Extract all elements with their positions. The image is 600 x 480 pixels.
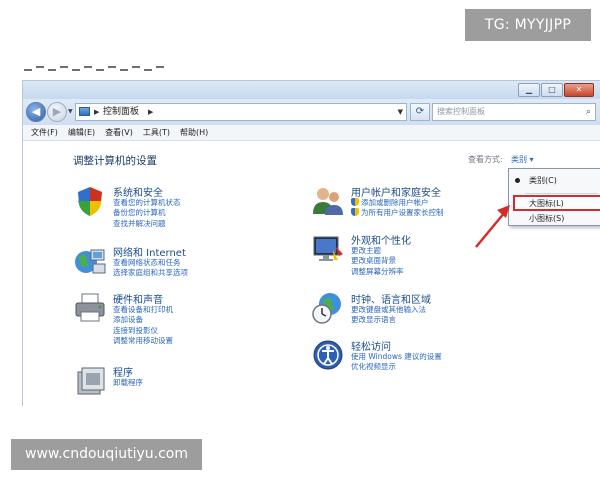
shield-icon[interactable]: [73, 184, 107, 218]
uac-shield-icon: [351, 208, 359, 217]
category-link[interactable]: 添加或删除用户帐户: [351, 198, 444, 208]
category-link[interactable]: 添加设备: [113, 315, 173, 325]
category-title[interactable]: 时钟、语言和区域: [351, 291, 431, 306]
globe-network-icon[interactable]: [73, 244, 107, 278]
view-option-large-icons[interactable]: 大图标(L): [529, 198, 564, 209]
category-title[interactable]: 网络和 Internet: [113, 244, 186, 259]
recent-pages-dropdown-icon[interactable]: ▼: [68, 108, 73, 115]
category-link[interactable]: 更改主题: [351, 246, 404, 256]
category-link[interactable]: 使用 Windows 建议的设置: [351, 352, 442, 362]
refresh-button[interactable]: ⟳: [410, 103, 430, 121]
category-title[interactable]: 轻松访问: [351, 338, 391, 353]
search-icon[interactable]: ⌕: [586, 104, 591, 120]
view-option-small-icons[interactable]: 小图标(S): [529, 213, 564, 224]
uac-shield-icon: [351, 198, 359, 206]
category-link[interactable]: 调整常用移动设置: [113, 336, 173, 346]
control-panel-window: ▁ □ ✕ ◀ ▶ ▼ ▶ 控制面板 ▶ ▼ ⟳ 搜索控制面板 ⌕ 文件(F) …: [22, 80, 600, 406]
menu-separator: [525, 193, 598, 194]
clock-globe-icon[interactable]: [311, 291, 345, 325]
category-link[interactable]: 更改键盘或其他输入法: [351, 305, 426, 315]
printer-icon[interactable]: [73, 291, 107, 325]
category-title[interactable]: 用户帐户和家庭安全: [351, 184, 441, 199]
watermark-bottom: www.cndouqiutiyu.com: [11, 439, 202, 470]
category-link[interactable]: 查看网络状态和任务: [113, 258, 188, 268]
control-panel-folder-icon: [79, 107, 90, 116]
menu-tools[interactable]: 工具(T): [143, 125, 170, 140]
category-link[interactable]: 更改桌面背景: [351, 256, 404, 266]
view-by-menu: 类别(C) 大图标(L) 小图标(S): [508, 168, 600, 226]
selected-bullet-icon: [515, 178, 520, 183]
accessibility-icon[interactable]: [311, 338, 345, 372]
breadcrumb-control-panel[interactable]: 控制面板: [103, 104, 139, 120]
category-link-label: 为所有用户设置家长控制: [361, 208, 444, 218]
category-title[interactable]: 外观和个性化: [351, 232, 411, 247]
search-placeholder: 搜索控制面板: [437, 107, 485, 116]
category-title[interactable]: 硬件和声音: [113, 291, 163, 306]
display-icon[interactable]: [311, 232, 345, 266]
garbled-caption: [24, 66, 174, 73]
chevron-right-icon[interactable]: ▶: [94, 104, 99, 120]
address-bar[interactable]: ▶ 控制面板 ▶ ▼: [75, 103, 407, 121]
category-link[interactable]: 优化视频显示: [351, 362, 442, 372]
category-link[interactable]: 为所有用户设置家长控制: [351, 208, 444, 218]
category-link[interactable]: 备份您的计算机: [113, 208, 181, 218]
category-link[interactable]: 查看您的计算机状态: [113, 198, 181, 208]
title-bar: ▁ □ ✕: [23, 81, 600, 99]
watermark-top: TG: MYYJJPP: [465, 9, 591, 41]
category-link[interactable]: 选择家庭组和共享选项: [113, 268, 188, 278]
category-title[interactable]: 程序: [113, 364, 133, 379]
users-icon[interactable]: [311, 184, 345, 218]
category-title[interactable]: 系统和安全: [113, 184, 163, 199]
category-link-label: 添加或删除用户帐户: [361, 198, 429, 207]
category-link[interactable]: 查找并解决问题: [113, 219, 181, 229]
navigation-bar: ◀ ▶ ▼ ▶ 控制面板 ▶ ▼ ⟳ 搜索控制面板 ⌕: [23, 99, 600, 125]
menu-file[interactable]: 文件(F): [31, 125, 58, 140]
menu-edit[interactable]: 编辑(E): [68, 125, 95, 140]
page-title: 调整计算机的设置: [73, 155, 157, 167]
programs-icon[interactable]: [73, 364, 107, 398]
category-link[interactable]: 查看设备和打印机: [113, 305, 173, 315]
menu-view[interactable]: 查看(V): [105, 125, 133, 140]
back-button[interactable]: ◀: [26, 102, 46, 122]
close-button[interactable]: ✕: [564, 83, 594, 97]
view-option-category[interactable]: 类别(C): [529, 175, 557, 186]
category-link[interactable]: 调整屏幕分辨率: [351, 267, 404, 277]
maximize-button[interactable]: □: [541, 83, 563, 97]
address-dropdown-icon[interactable]: ▼: [398, 104, 403, 120]
forward-button[interactable]: ▶: [47, 102, 67, 122]
chevron-right-icon[interactable]: ▶: [148, 104, 153, 120]
menu-help[interactable]: 帮助(H): [180, 125, 208, 140]
view-by-dropdown[interactable]: 类别 ▾: [511, 154, 534, 165]
category-link[interactable]: 连接到投影仪: [113, 326, 173, 336]
category-link[interactable]: 更改显示语言: [351, 315, 426, 325]
category-link[interactable]: 卸载程序: [113, 378, 143, 388]
view-by-label: 查看方式:: [468, 155, 503, 164]
menu-bar: 文件(F) 编辑(E) 查看(V) 工具(T) 帮助(H): [23, 125, 600, 141]
minimize-button[interactable]: ▁: [518, 83, 540, 97]
search-input[interactable]: 搜索控制面板 ⌕: [432, 103, 596, 121]
